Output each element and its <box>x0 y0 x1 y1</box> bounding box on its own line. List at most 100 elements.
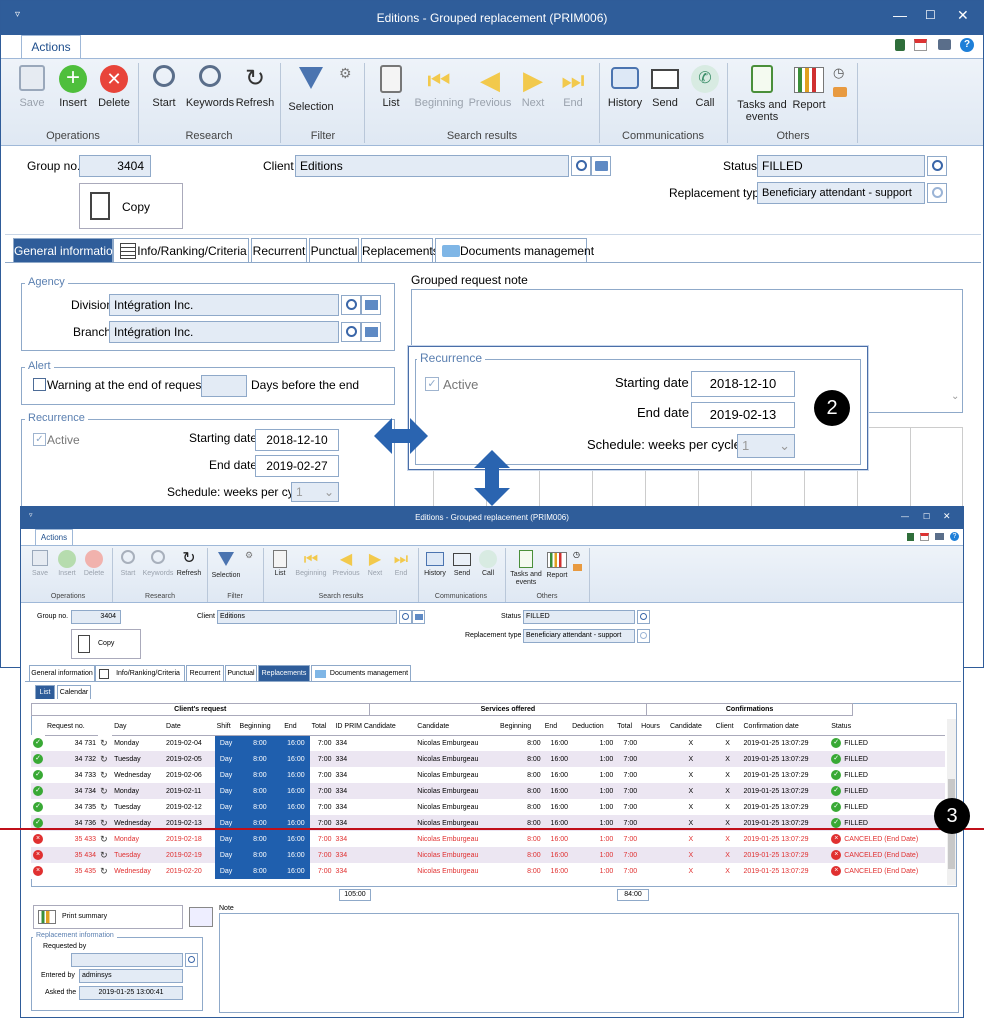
subtab-calendar[interactable]: Calendar <box>57 685 91 699</box>
tab-recurrent[interactable]: Recurrent <box>251 238 307 262</box>
column-header[interactable]: Beginning <box>237 719 283 736</box>
calculator-icon[interactable] <box>895 39 905 51</box>
column-header[interactable]: Confirmation date <box>741 719 830 736</box>
column-header[interactable]: Total <box>309 719 334 736</box>
column-header[interactable]: Client <box>713 719 742 736</box>
replacement-type-search-button[interactable] <box>637 629 650 643</box>
gear-icon[interactable]: ⚙ <box>339 65 352 82</box>
tasks-events-button[interactable]: Tasks and events <box>507 550 545 587</box>
calendar-icon[interactable] <box>914 39 927 51</box>
column-header[interactable]: Day <box>112 719 165 736</box>
column-header[interactable]: Shift <box>214 719 238 736</box>
beginning-button[interactable]: ⏮ Beginning <box>411 65 467 109</box>
tab-info-ranking-criteria[interactable]: Info/Ranking/Criteria <box>113 238 249 262</box>
selection-button[interactable]: Selection <box>209 550 243 579</box>
table-row[interactable]: × 35 434 ↻ Tuesday 2019-02-19 Day 8:00 16:00 7:0… <box>31 847 945 863</box>
table-row[interactable]: ✓ 34 735 ↻ Tuesday 2019-02-12 Day 8:00 16:00 7:0… <box>31 799 945 815</box>
print-icon[interactable] <box>938 39 951 50</box>
save-button[interactable]: Save <box>15 65 49 109</box>
branch-field[interactable]: Intégration Inc. <box>109 321 339 343</box>
client-search-button[interactable] <box>571 156 591 176</box>
tasks-events-button[interactable]: Tasks and events <box>735 65 789 123</box>
clock-icon[interactable]: ◷ <box>833 65 844 81</box>
second-tab-actions[interactable]: Actions <box>35 529 73 545</box>
tab-actions[interactable]: Actions <box>21 35 81 59</box>
minimize-button[interactable]: — <box>901 512 909 521</box>
column-header[interactable]: Total <box>615 719 640 736</box>
selection-button[interactable]: Selection <box>287 65 335 113</box>
column-header[interactable]: Date <box>164 719 215 736</box>
end-button[interactable]: ⏭ End <box>555 65 591 109</box>
inbox-icon[interactable] <box>573 564 582 571</box>
help-icon[interactable]: ? <box>960 38 974 52</box>
starting-date-field[interactable]: 2018-12-10 <box>255 429 339 451</box>
tab-replacements[interactable]: Replacements <box>361 238 439 262</box>
end-date-field[interactable]: 2019-02-27 <box>255 455 339 477</box>
column-header[interactable]: Hours <box>639 719 668 736</box>
refresh-button[interactable]: ↻ Refresh <box>175 550 203 577</box>
report-button[interactable]: Report <box>543 550 571 579</box>
branch-browse-button[interactable] <box>361 322 381 342</box>
list-button[interactable]: List <box>373 65 409 109</box>
copy-button[interactable]: Copy <box>71 629 141 659</box>
zoom-starting-date-field[interactable]: 2018-12-10 <box>691 371 795 397</box>
table-row[interactable]: ✓ 34 733 ↻ Wednesday 2019-02-06 Day 8:00 16:00 7… <box>31 767 945 783</box>
tab-replacements[interactable]: Replacements <box>258 665 310 681</box>
refresh-button[interactable]: ↻ Refresh <box>235 65 275 109</box>
beginning-button[interactable]: ⏮ Beginning <box>293 550 329 577</box>
tab-info-ranking-criteria[interactable]: Info/Ranking/Criteria <box>95 665 185 681</box>
send-button[interactable]: Send <box>647 65 683 109</box>
previous-button[interactable]: ◀ Previous <box>467 65 513 109</box>
close-button[interactable]: ✕ <box>957 7 969 24</box>
app-menu-icon[interactable]: ▿ <box>15 9 20 20</box>
maximize-button[interactable]: ☐ <box>923 512 930 521</box>
table-row[interactable]: × 35 435 ↻ Wednesday 2019-02-20 Day 8:00 16:00 7… <box>31 863 945 879</box>
start-button[interactable]: Start <box>117 550 139 577</box>
call-button[interactable]: Call <box>475 550 501 577</box>
help-icon[interactable]: ? <box>950 532 959 541</box>
column-header[interactable]: Request no. <box>45 719 99 736</box>
print-summary-button[interactable]: Print summary <box>33 905 183 929</box>
start-button[interactable]: Start <box>147 65 181 109</box>
insert-button[interactable]: + Insert <box>55 65 91 109</box>
days-before-field[interactable] <box>201 375 247 397</box>
list-button[interactable]: List <box>269 550 291 577</box>
table-row[interactable]: ✓ 34 734 ↻ Monday 2019-02-11 Day 8:00 16:00 7:00… <box>31 783 945 799</box>
keywords-button[interactable]: Keywords <box>185 65 235 109</box>
inbox-icon[interactable] <box>833 87 847 97</box>
calculator-icon[interactable] <box>907 533 914 541</box>
insert-button[interactable]: Insert <box>55 550 79 577</box>
client-field[interactable]: Editions <box>295 155 569 177</box>
tab-recurrent[interactable]: Recurrent <box>186 665 224 681</box>
division-browse-button[interactable] <box>361 295 381 315</box>
calendar-icon[interactable] <box>920 533 929 541</box>
warning-checkbox[interactable] <box>33 378 46 391</box>
status-search-button[interactable] <box>927 156 947 176</box>
copy-button[interactable]: Copy <box>79 183 183 229</box>
previous-button[interactable]: ◀ Previous <box>331 550 361 577</box>
table-row[interactable]: × 35 433 ↻ Monday 2019-02-18 Day 8:00 16:00 7:00… <box>31 831 945 847</box>
card-icon[interactable] <box>189 907 213 927</box>
end-button[interactable]: ⏭ End <box>389 550 413 577</box>
report-button[interactable]: Report <box>789 65 829 111</box>
column-header[interactable]: Candidate <box>415 719 499 736</box>
tab-documents-management[interactable]: Documents management <box>311 665 411 681</box>
zoom-schedule-select[interactable]: 1 ⌄ <box>737 434 795 458</box>
send-button[interactable]: Send <box>449 550 475 577</box>
table-row[interactable]: ✓ 34 731 ↻ Monday 2019-02-04 Day 8:00 16:00 7:00… <box>31 735 945 751</box>
active-checkbox[interactable]: ✓ <box>33 433 46 446</box>
app-menu-icon[interactable]: ▿ <box>29 511 33 519</box>
note-scrollbar[interactable]: ⌄ <box>951 391 961 411</box>
replacement-type-search-button[interactable] <box>927 183 947 203</box>
column-header[interactable]: Status <box>829 719 945 736</box>
column-header[interactable]: Beginning <box>498 719 543 736</box>
delete-button[interactable]: Delete <box>81 550 107 577</box>
clock-icon[interactable]: ◷ <box>573 550 580 559</box>
division-search-button[interactable] <box>341 295 361 315</box>
next-button[interactable]: ▶ Next <box>515 65 551 109</box>
history-button[interactable]: History <box>421 550 449 577</box>
tab-general-information[interactable]: General information <box>29 665 95 681</box>
column-header[interactable]: ID PRIM Candidate <box>333 719 416 736</box>
client-search-button[interactable] <box>399 610 412 624</box>
tab-documents-management[interactable]: Documents management <box>435 238 594 262</box>
